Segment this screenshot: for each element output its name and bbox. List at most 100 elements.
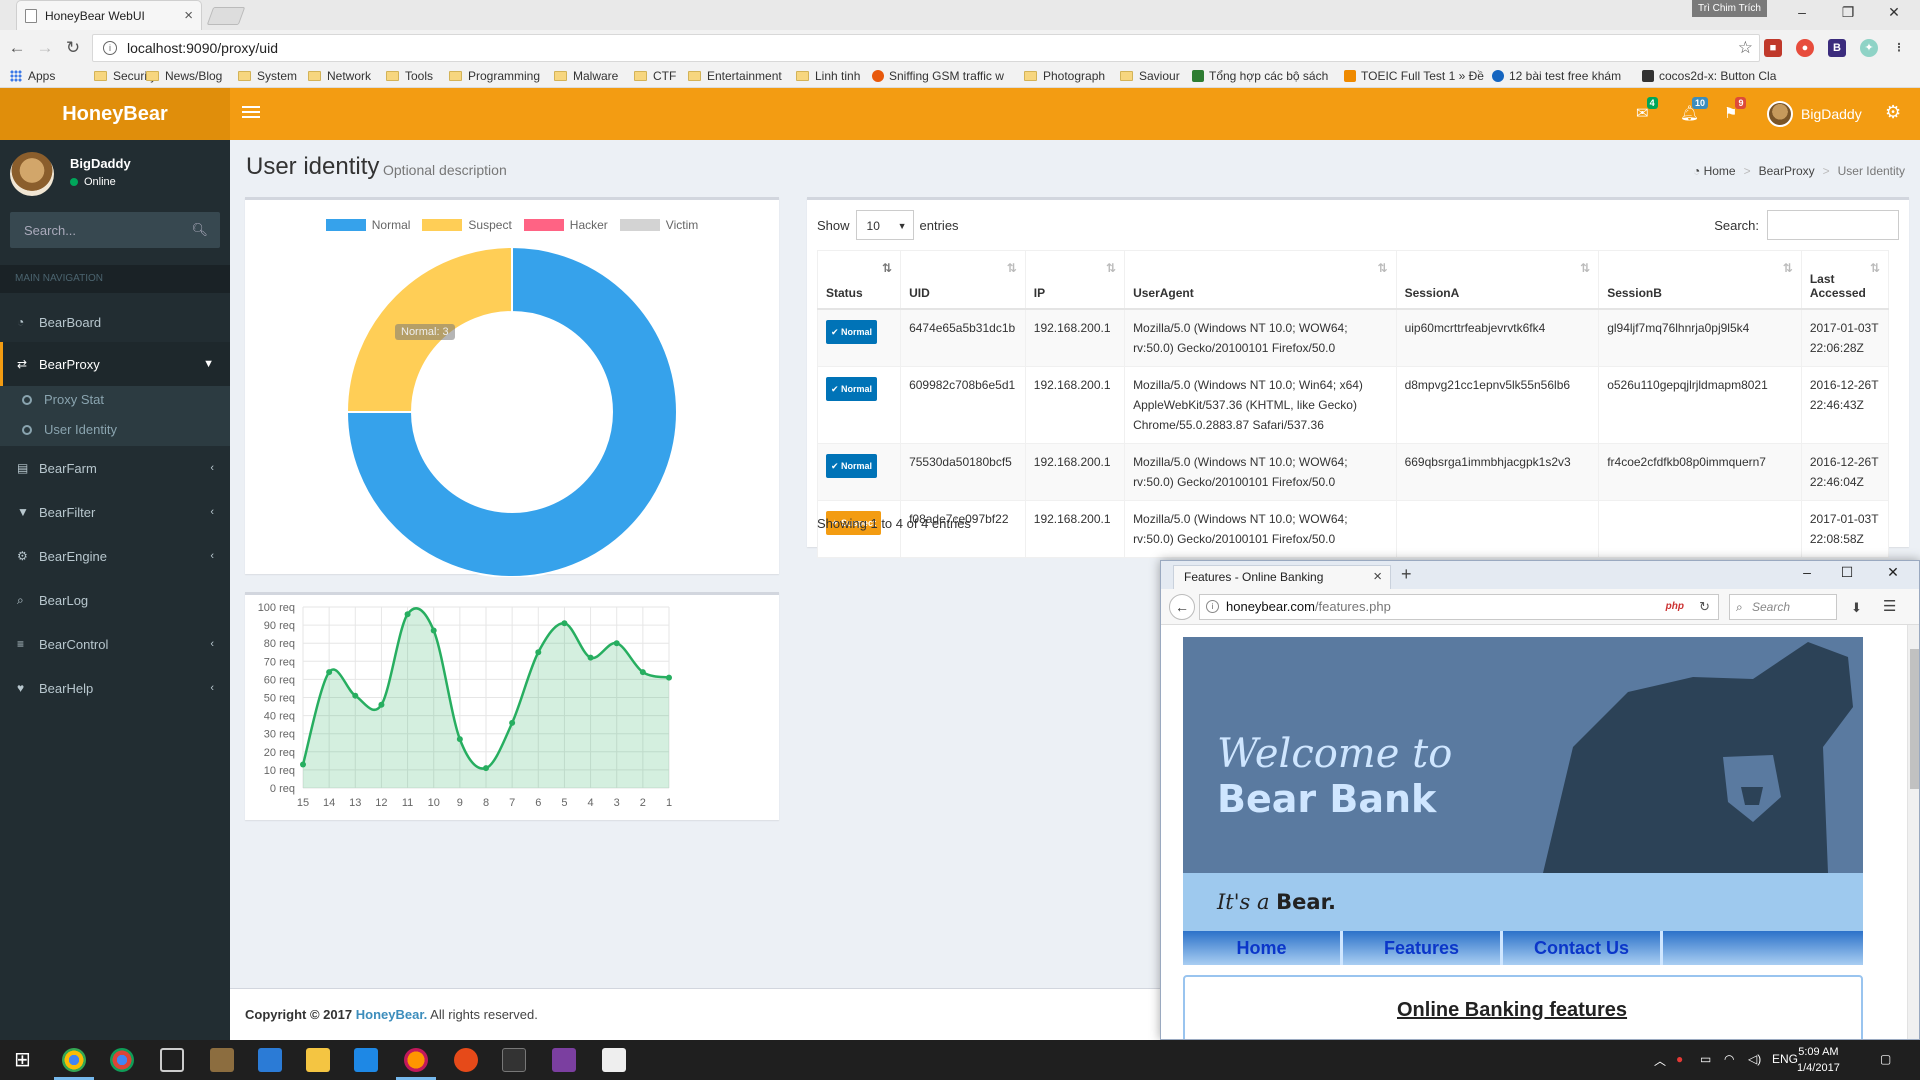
bookmark-link[interactable]: TOEIC Full Test 1 » Đề [1344, 69, 1484, 83]
bookmark-folder[interactable]: CTF [634, 69, 676, 83]
bookmark-folder[interactable]: System [238, 69, 297, 83]
battery-icon[interactable]: ▭ [1700, 1052, 1711, 1066]
chrome-icon[interactable] [62, 1048, 86, 1072]
menu-icon[interactable]: ⋮ [1890, 39, 1908, 57]
tray-app-icon[interactable]: ● [1676, 1052, 1683, 1066]
data-point[interactable] [456, 736, 463, 743]
maximize-button[interactable]: ☐ [1827, 564, 1867, 581]
wifi-icon[interactable]: ◠ [1724, 1052, 1734, 1066]
scrollbar-thumb[interactable] [1910, 649, 1919, 789]
app-icon[interactable] [454, 1048, 478, 1072]
sidebar-subitem-user-identity[interactable]: User Identity [22, 422, 117, 437]
bookmark-folder[interactable]: Entertainment [688, 69, 782, 83]
data-point[interactable] [483, 765, 489, 772]
table-row[interactable]: ✔ Normal 609982c708b6e5d1 192.168.200.1 … [816, 365, 1890, 444]
bookmark-folder[interactable]: Saviour [1120, 69, 1180, 83]
bookmark-folder[interactable]: Photograph [1024, 69, 1105, 83]
breadcrumb-bearproxy[interactable]: BearProxy [1759, 164, 1815, 178]
minimize-button[interactable]: – [1782, 4, 1822, 20]
column-header-last-accessed[interactable]: Last Accessed ⇅ [1800, 250, 1890, 310]
firefox-icon[interactable] [404, 1048, 428, 1072]
extension-icon[interactable]: ● [1796, 39, 1814, 57]
data-point[interactable] [326, 669, 333, 676]
back-icon[interactable]: ← [1169, 594, 1195, 620]
flag-icon[interactable]: ⚑ 9 [1724, 97, 1747, 122]
data-point[interactable] [666, 674, 672, 681]
data-point[interactable] [561, 620, 568, 627]
bookmark-folder[interactable]: Network [308, 69, 371, 83]
bookmark-star-icon[interactable]: ☆ [1738, 38, 1753, 58]
data-point[interactable] [300, 761, 306, 768]
clock[interactable]: 5:09 AM 1/4/2017 [1797, 1044, 1840, 1076]
onenote-icon[interactable] [552, 1048, 576, 1072]
data-point[interactable] [352, 692, 359, 699]
info-icon[interactable]: i [1206, 600, 1219, 613]
info-icon[interactable]: i [103, 41, 117, 55]
uid-link[interactable]: 609982c708b6e5d1 [900, 365, 1026, 444]
back-icon[interactable]: ← [6, 38, 28, 58]
browser-tab[interactable]: HoneyBear WebUI × [16, 0, 202, 30]
forward-icon[interactable]: → [34, 38, 56, 58]
bank-nav-features[interactable]: Features [1343, 931, 1503, 965]
bookmark-link[interactable]: Sniffing GSM traffic w [872, 69, 1004, 83]
app-icon[interactable] [210, 1048, 234, 1072]
bookmark-folder[interactable]: Malware [554, 69, 618, 83]
breadcrumb-home[interactable]: ◔ Home [1693, 164, 1736, 178]
bookmark-link[interactable]: Tổng hợp các bộ sách [1192, 69, 1328, 83]
data-point[interactable] [613, 640, 620, 647]
table-row[interactable]: ✦ Suspect f08ade7ce097bf22 192.168.200.1… [816, 499, 1890, 558]
bookmark-link[interactable]: cocos2d-x: Button Cla [1642, 69, 1776, 83]
bookmark-folder[interactable]: Linh tinh [796, 69, 860, 83]
restore-button[interactable]: ❐ [1828, 4, 1868, 21]
column-header-status[interactable]: Status ⇅ [816, 250, 902, 310]
sidebar-item-bearcontrol[interactable]: ≡ BearControl ‹ [0, 622, 230, 666]
sidebar-subitem-proxy-stat[interactable]: Proxy Stat [22, 392, 104, 407]
volume-icon[interactable]: ◁) [1748, 1052, 1761, 1066]
data-point[interactable] [509, 719, 516, 726]
bookmark-folder[interactable]: News/Blog [146, 69, 222, 83]
close-window-button[interactable]: ✕ [1873, 564, 1913, 581]
column-header-sessionb[interactable]: SessionB ⇅ [1598, 250, 1802, 310]
terminal-icon[interactable] [160, 1048, 184, 1072]
column-header-useragent[interactable]: UserAgent ⇅ [1124, 250, 1397, 310]
language-indicator[interactable]: ENG [1772, 1052, 1798, 1066]
file-explorer-icon[interactable] [306, 1048, 330, 1072]
bank-nav-home[interactable]: Home [1183, 931, 1343, 965]
table-row[interactable]: ✔ Normal 75530da50180bcf5 192.168.200.1 … [816, 442, 1890, 501]
notifications-icon[interactable]: ▢ [1880, 1052, 1891, 1066]
sidebar-item-bearfarm[interactable]: ▤ BearFarm ‹ [0, 446, 230, 490]
profile-name[interactable]: Trì Chim Trích [1692, 0, 1767, 17]
download-icon[interactable]: ⬇ [1851, 600, 1862, 616]
firefox-search-field[interactable]: ⌕ Search [1729, 594, 1837, 620]
column-header-ip[interactable]: IP ⇅ [1024, 250, 1126, 310]
uid-link[interactable]: 6474e65a5b31dc1b [900, 308, 1026, 367]
tray-chevron-icon[interactable]: ︿ [1654, 1052, 1666, 1069]
data-point[interactable] [535, 649, 542, 656]
sidebar-item-bearengine[interactable]: ⚙ BearEngine ‹ [0, 534, 230, 578]
app-icon[interactable] [354, 1048, 378, 1072]
sidebar-item-bearfilter[interactable]: ▼ BearFilter ‹ [0, 490, 230, 534]
extension-icon[interactable]: ✦ [1860, 39, 1878, 57]
sidebar-item-bearproxy[interactable]: ⇄ BearProxy ▼ [0, 342, 230, 386]
sidebar-toggle-icon[interactable] [242, 103, 260, 121]
reload-icon[interactable]: ↻ [1699, 595, 1710, 619]
sidebar-item-bearhelp[interactable]: ♥ BearHelp ‹ [0, 666, 230, 710]
bank-nav-contact[interactable]: Contact Us [1503, 931, 1663, 965]
cmd-icon[interactable] [502, 1048, 526, 1072]
bookmark-apps[interactable]: Apps [10, 69, 55, 83]
app-logo[interactable]: HoneyBear [0, 88, 230, 140]
footer-brand-link[interactable]: HoneyBear. [356, 1007, 428, 1022]
data-point[interactable] [639, 669, 646, 676]
close-tab-icon[interactable]: × [184, 7, 193, 24]
bookmark-link[interactable]: 12 bài test free khám [1492, 69, 1621, 83]
new-tab-icon[interactable]: + [1401, 564, 1412, 585]
data-point[interactable] [404, 611, 411, 618]
menu-icon[interactable]: ☰ [1883, 597, 1896, 615]
close-tab-icon[interactable]: × [1373, 568, 1382, 585]
new-tab-button[interactable] [206, 7, 246, 25]
firefox-url-field[interactable]: i honeybear.com/features.php php ↻ [1199, 594, 1719, 620]
uid-link[interactable]: 75530da50180bcf5 [900, 442, 1026, 501]
url-field[interactable]: i localhost:9090/proxy/uid ☆ [92, 34, 1760, 62]
gears-icon[interactable]: ⚙ [1885, 102, 1901, 123]
minimize-button[interactable]: – [1787, 564, 1827, 580]
